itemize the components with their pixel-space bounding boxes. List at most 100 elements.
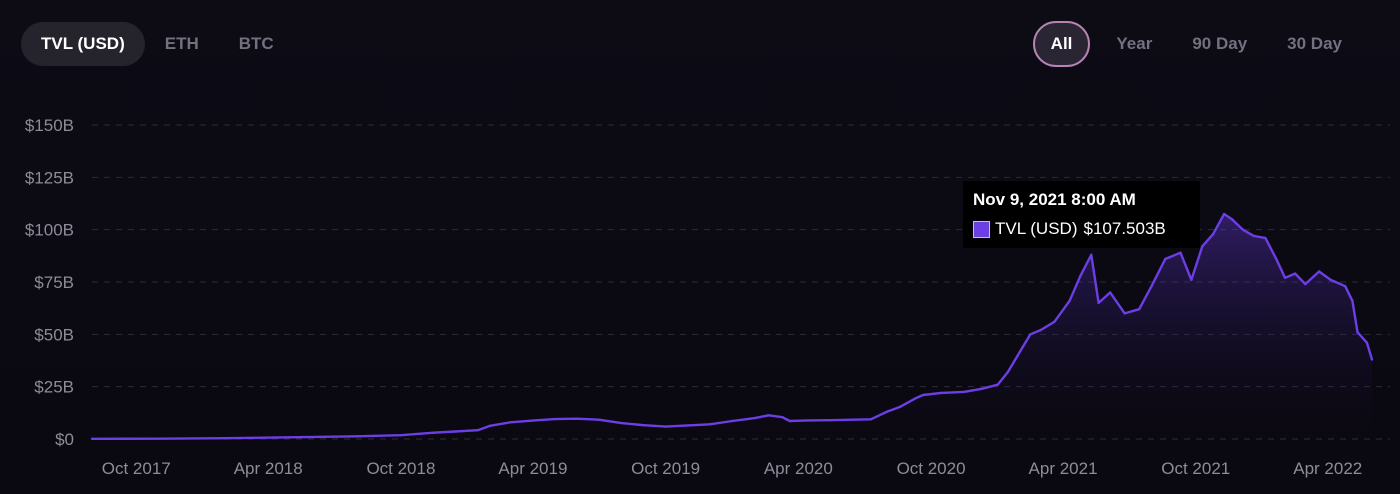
x-tick-label: Oct 2020 bbox=[897, 459, 966, 478]
data-point bbox=[1344, 285, 1347, 288]
tab-tvl-usd[interactable]: TVL (USD) bbox=[21, 22, 145, 66]
y-tick-label: $75B bbox=[34, 273, 74, 292]
range-all-button[interactable]: All bbox=[1032, 21, 1091, 67]
data-point bbox=[288, 436, 292, 439]
data-point bbox=[807, 419, 810, 422]
data-point bbox=[980, 387, 983, 390]
range-90-day-button[interactable]: 90 Day bbox=[1172, 21, 1267, 67]
data-point bbox=[921, 393, 925, 397]
data-point bbox=[1150, 285, 1153, 288]
data-point bbox=[488, 424, 492, 427]
data-point bbox=[767, 414, 770, 417]
x-tick-label: Apr 2019 bbox=[498, 459, 567, 478]
data-point bbox=[686, 424, 690, 427]
x-tick-label: Oct 2021 bbox=[1161, 459, 1230, 478]
data-point bbox=[708, 423, 712, 426]
tooltip-value: $107.503B bbox=[1083, 219, 1166, 238]
data-point bbox=[1097, 301, 1100, 305]
data-point bbox=[940, 391, 943, 395]
chart-tooltip: Nov 9, 2021 8:00 AM TVL (USD) $107.503B bbox=[963, 181, 1200, 248]
tab-btc[interactable]: BTC bbox=[219, 22, 294, 66]
data-point bbox=[1356, 331, 1359, 334]
data-point bbox=[454, 430, 457, 433]
data-point bbox=[1351, 299, 1354, 302]
data-point bbox=[432, 431, 435, 434]
data-point bbox=[157, 437, 160, 440]
data-point bbox=[1019, 349, 1022, 353]
data-point bbox=[1365, 341, 1369, 344]
data-point bbox=[1179, 251, 1182, 254]
data-point bbox=[509, 421, 512, 424]
x-tick-label: Oct 2018 bbox=[366, 459, 435, 478]
data-point bbox=[1053, 320, 1056, 323]
data-point bbox=[1090, 253, 1093, 256]
data-point bbox=[597, 418, 601, 421]
time-range-selector: All Year 90 Day 30 Day bbox=[1032, 21, 1362, 67]
x-tick-label: Oct 2019 bbox=[631, 459, 700, 478]
x-tick-label: Oct 2017 bbox=[102, 459, 171, 478]
data-point bbox=[1329, 278, 1332, 282]
data-point bbox=[1275, 257, 1278, 261]
y-tick-label: $50B bbox=[34, 325, 74, 344]
data-point bbox=[1123, 312, 1126, 315]
data-point bbox=[1222, 212, 1226, 216]
data-point bbox=[531, 419, 535, 422]
tooltip-series-label: TVL (USD) bbox=[995, 219, 1078, 238]
data-point bbox=[914, 397, 917, 400]
data-point bbox=[851, 418, 854, 421]
data-point bbox=[1304, 282, 1307, 286]
x-tick-label: Apr 2021 bbox=[1029, 459, 1098, 478]
data-point bbox=[1317, 270, 1321, 273]
data-point bbox=[1212, 232, 1215, 236]
y-axis: $0 $25B $50B $75B $100B $125B $150B bbox=[25, 116, 74, 449]
tooltip-date: Nov 9, 2021 8:00 AM bbox=[973, 190, 1136, 209]
data-point bbox=[1190, 278, 1193, 282]
data-point bbox=[1079, 274, 1082, 277]
data-point bbox=[753, 416, 756, 420]
data-point bbox=[620, 421, 623, 425]
data-point bbox=[1252, 234, 1256, 238]
range-year-button[interactable]: Year bbox=[1096, 21, 1172, 67]
data-point bbox=[1164, 257, 1167, 261]
data-point bbox=[1029, 333, 1032, 336]
x-tick-label: Apr 2018 bbox=[234, 459, 303, 478]
tab-eth[interactable]: ETH bbox=[145, 22, 219, 66]
data-point bbox=[788, 419, 791, 423]
tooltip-series-row: TVL (USD) $107.503B bbox=[973, 218, 1190, 240]
data-point bbox=[1230, 218, 1234, 221]
data-point bbox=[1006, 370, 1010, 374]
series-color-swatch bbox=[973, 220, 990, 238]
data-point bbox=[1264, 236, 1267, 240]
data-point bbox=[1138, 308, 1141, 311]
data-point bbox=[1068, 299, 1071, 302]
data-point bbox=[1283, 276, 1287, 279]
data-point bbox=[576, 417, 579, 420]
x-tick-label: Apr 2020 bbox=[764, 459, 833, 478]
data-point bbox=[1039, 328, 1042, 332]
y-tick-label: $25B bbox=[34, 378, 74, 397]
x-axis: Oct 2017 Apr 2018 Oct 2018 Apr 2019 Oct 2019… bbox=[102, 459, 1363, 478]
data-point bbox=[996, 383, 999, 386]
data-point bbox=[962, 390, 965, 394]
x-tick-label: Apr 2022 bbox=[1293, 459, 1362, 478]
data-point bbox=[476, 429, 479, 432]
y-tick-label: $150B bbox=[25, 116, 74, 135]
data-point bbox=[90, 437, 94, 440]
data-point bbox=[224, 437, 227, 440]
data-point bbox=[899, 405, 902, 408]
currency-tabs: TVL (USD) ETH BTC bbox=[21, 22, 294, 66]
y-tick-label: $125B bbox=[25, 168, 74, 187]
data-point bbox=[355, 435, 358, 438]
data-point bbox=[553, 417, 556, 421]
data-point bbox=[1201, 245, 1204, 248]
data-point bbox=[781, 416, 784, 419]
y-tick-label: $100B bbox=[25, 221, 74, 240]
data-point bbox=[664, 425, 667, 428]
data-point bbox=[1293, 272, 1297, 275]
data-point bbox=[829, 419, 832, 422]
data-point bbox=[1241, 228, 1245, 231]
data-point bbox=[1370, 358, 1374, 361]
data-point bbox=[399, 434, 403, 437]
range-30-day-button[interactable]: 30 Day bbox=[1267, 21, 1362, 67]
y-tick-label: $0 bbox=[55, 430, 74, 449]
